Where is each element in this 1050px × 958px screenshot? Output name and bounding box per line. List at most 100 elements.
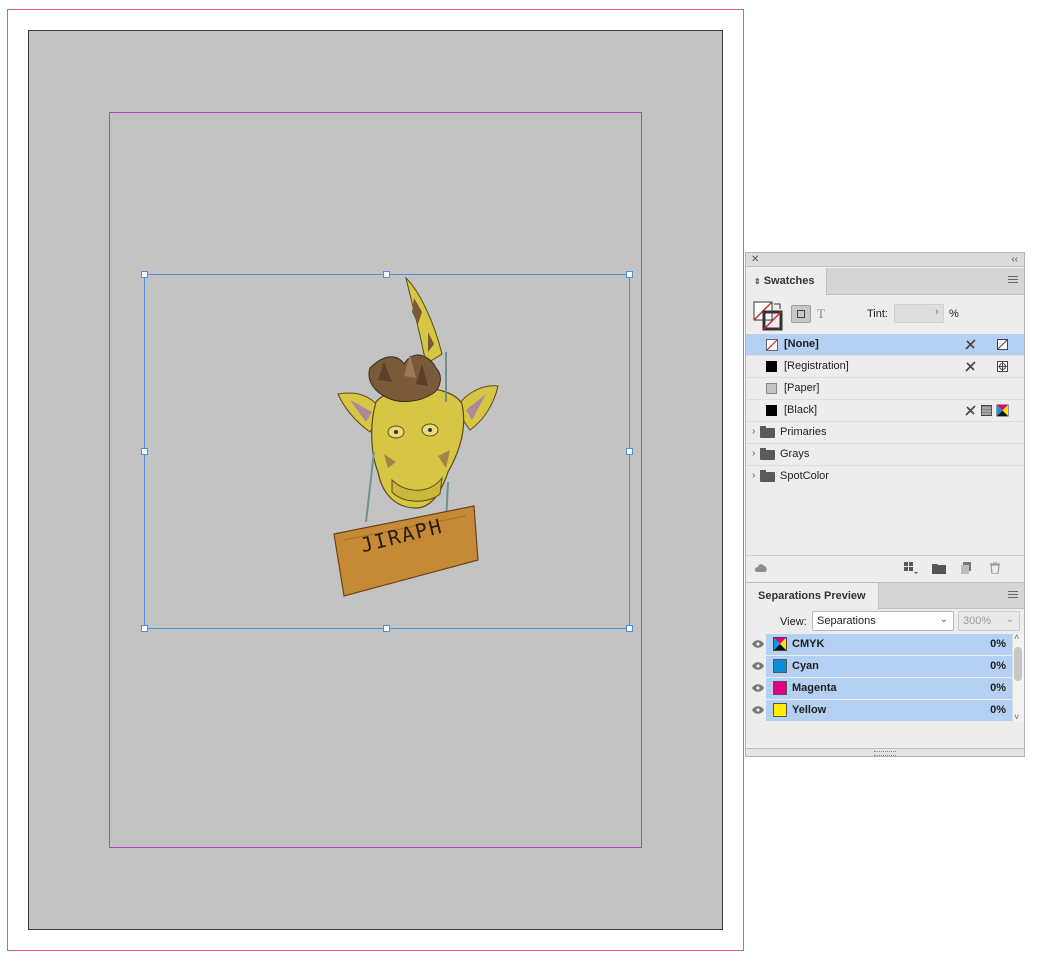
plate-name: Cyan [792,660,819,672]
panel-resize-grip[interactable] [746,748,1024,756]
handle-bottom-center[interactable] [383,625,390,632]
plate-value: 0% [990,704,1006,716]
yellow-chip [773,703,787,717]
chevron-down-icon: ⌄ [1005,614,1014,625]
plate-row-yellow[interactable]: Yellow 0% [746,700,1012,722]
container-icon [797,310,805,318]
folder-icon [760,448,775,460]
swatch-row-black[interactable]: [Black] [746,400,1024,422]
handle-bottom-right[interactable] [626,625,633,632]
group-name: SpotColor [780,470,829,482]
swatches-tab-bar: ⇕ Swatches [746,268,1024,295]
eye-icon[interactable] [752,662,764,670]
tint-arrow-icon[interactable]: › [935,306,939,318]
tab-swatches-label: Swatches [763,275,815,287]
none-color-mode-icon [997,339,1008,350]
swatches-footer [746,555,1024,581]
none-swatch-chip [766,339,778,351]
expand-chevron-icon[interactable]: › [752,448,755,459]
process-color-icon [981,405,992,416]
swatch-name: [Paper] [784,382,820,394]
swatch-name: [None] [784,338,819,350]
sort-arrows-icon: ⇕ [754,277,761,286]
swatch-list: [None] [Registration] [Paper] [Black] › [746,334,1024,554]
separations-list: CMYK 0% Cyan 0% Magenta 0% Yellow 0% [746,634,1024,722]
view-label: View: [780,616,807,628]
handle-middle-right[interactable] [626,448,633,455]
grip-icon [874,751,896,756]
view-dropdown-value: Separations [817,615,876,627]
tint-unit: % [949,308,959,320]
no-edit-icon [965,361,976,372]
plate-row-cmyk[interactable]: CMYK 0% [746,634,1012,656]
panel-menu-icon[interactable] [1008,591,1018,600]
separations-tab-bar: Separations Preview [746,582,1024,610]
swatch-row-registration[interactable]: [Registration] [746,356,1024,378]
swatch-group-primaries[interactable]: › Primaries [746,422,1024,444]
fill-stroke-icon[interactable] [753,301,783,331]
no-edit-icon [965,405,976,416]
handle-middle-left[interactable] [141,448,148,455]
eye-icon[interactable] [752,684,764,692]
chevron-down-icon: ⌄ [939,614,948,625]
handle-bottom-left[interactable] [141,625,148,632]
black-swatch-chip [766,405,777,416]
plate-name: Yellow [792,704,827,716]
view-dropdown[interactable]: Separations ⌄ [812,611,954,631]
folder-icon [760,426,775,438]
close-icon[interactable]: ✕ [751,253,759,267]
formatting-text-icon[interactable]: T [817,306,825,322]
plate-name: CMYK [792,638,825,650]
scrollbar-thumb[interactable] [1014,647,1022,681]
eye-icon[interactable] [752,706,764,714]
formatting-container-button[interactable] [791,305,811,323]
delete-swatch-icon[interactable] [988,562,1002,574]
swatch-name: [Black] [784,404,818,416]
show-swatch-kinds-icon[interactable] [904,562,918,574]
panel-title-bar[interactable]: ✕ ‹‹ [746,253,1024,267]
new-color-group-icon[interactable] [932,562,946,574]
plate-value: 0% [990,660,1006,672]
group-name: Grays [780,448,810,460]
swatch-row-paper[interactable]: [Paper] [746,378,1024,400]
registration-swatch-chip [766,361,777,372]
handle-top-right[interactable] [626,271,633,278]
collapse-icon[interactable]: ‹‹ [1011,253,1018,267]
cmyk-mode-icon [996,404,1009,417]
selection-frame[interactable] [141,271,633,632]
folder-icon [760,470,775,482]
expand-chevron-icon[interactable]: › [752,426,755,437]
cc-library-icon[interactable] [754,562,768,574]
swatch-row-none[interactable]: [None] [746,334,1024,356]
expand-chevron-icon[interactable]: › [752,470,755,481]
cyan-chip [773,659,787,673]
plate-row-magenta[interactable]: Magenta 0% [746,678,1012,700]
plate-name: Magenta [792,682,837,694]
registration-mode-icon [997,361,1008,372]
new-swatch-icon[interactable] [960,562,974,574]
group-name: Primaries [780,426,827,438]
handle-top-center[interactable] [383,271,390,278]
swatch-group-grays[interactable]: › Grays [746,444,1024,466]
ink-limit-dropdown[interactable]: 300% ⌄ [958,611,1020,631]
plate-value: 0% [990,682,1006,694]
plate-value: 0% [990,638,1006,650]
tab-swatches[interactable]: ⇕ Swatches [746,268,828,295]
swatch-name: [Registration] [784,360,849,372]
handle-top-left[interactable] [141,271,148,278]
no-edit-icon [965,339,976,350]
cmyk-chip-icon [773,637,787,651]
floating-panel: ✕ ‹‹ ⇕ Swatches T Tint: › % [None] [Regi… [745,252,1025,757]
magenta-chip [773,681,787,695]
eye-icon[interactable] [752,640,764,648]
paper-swatch-chip [766,383,777,394]
swatch-group-spotcolor[interactable]: › SpotColor [746,466,1024,488]
tab-separations-preview[interactable]: Separations Preview [746,583,879,610]
plate-row-cyan[interactable]: Cyan 0% [746,656,1012,678]
tint-label: Tint: [867,308,888,320]
scroll-down-icon[interactable]: ˅ [1014,712,1019,722]
ink-limit-value: 300% [963,615,992,627]
tab-separations-label: Separations Preview [758,590,866,602]
scroll-up-icon[interactable]: ˄ [1014,632,1019,642]
panel-menu-icon[interactable] [1008,276,1018,285]
